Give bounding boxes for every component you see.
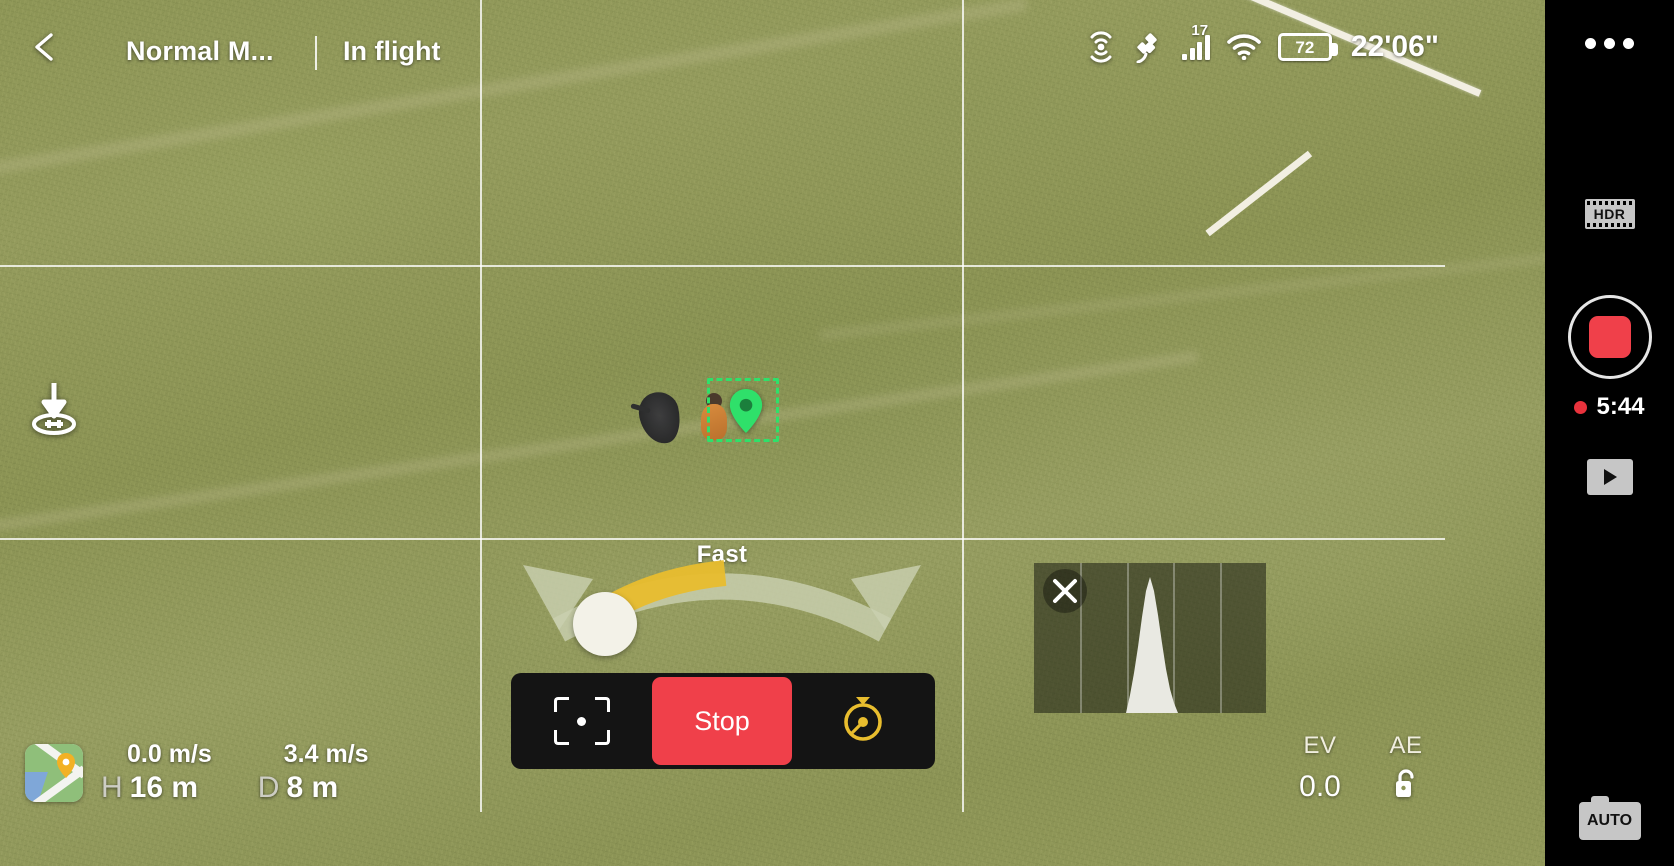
- record-dot-icon: [1574, 400, 1588, 414]
- vertical-telemetry: 0.0 m/s H 16 m: [101, 740, 212, 805]
- histogram-panel[interactable]: [1034, 563, 1266, 713]
- playback-icon: [1603, 469, 1617, 485]
- distance-key: D: [257, 771, 280, 804]
- battery-indicator[interactable]: 72: [1277, 33, 1338, 61]
- ae-control[interactable]: AE: [1378, 732, 1434, 805]
- playback-button[interactable]: [1586, 459, 1633, 495]
- ev-control[interactable]: EV 0.0: [1292, 732, 1348, 804]
- ev-value: 0.0: [1299, 770, 1341, 803]
- horizontal-speed-value: 3.4 m/s: [283, 740, 369, 768]
- close-icon: [1053, 579, 1077, 603]
- battery-percent: 72: [1295, 37, 1315, 57]
- height-value: 16 m: [129, 771, 199, 804]
- map-pin-icon: [57, 752, 75, 778]
- action-bar: Stop: [511, 673, 935, 769]
- top-status-bar: Normal M... In flight 17 72 22'06": [0, 0, 1545, 88]
- satellite-icon[interactable]: [1133, 31, 1165, 63]
- record-time-value: 5:44: [1596, 393, 1645, 420]
- stop-record-icon: [1588, 316, 1631, 358]
- ae-label: AE: [1389, 732, 1423, 759]
- speed-slider[interactable]: Fast: [497, 535, 947, 660]
- gimbal-recenter-icon: [843, 697, 882, 741]
- drone-camera-app: Normal M... In flight 17 72 22'06" Fast …: [0, 0, 1674, 866]
- gimbal-recenter-button[interactable]: [792, 673, 933, 769]
- more-options-icon[interactable]: [1585, 38, 1634, 49]
- flight-mode-label[interactable]: Normal M...: [126, 36, 274, 67]
- back-chevron-icon: [35, 33, 53, 61]
- status-icon-cluster: 17 72 22'06": [1086, 22, 1439, 70]
- satellite-signal-group[interactable]: 17: [1182, 22, 1210, 60]
- auto-mode-badge[interactable]: AUTO: [1578, 796, 1641, 840]
- horizontal-telemetry: 3.4 m/s D8 m: [258, 740, 369, 805]
- ev-label: EV: [1303, 732, 1337, 759]
- grid-line-vertical: [480, 0, 482, 812]
- topbar-divider: [315, 36, 317, 70]
- vertical-speed-value: 0.0 m/s: [127, 740, 212, 768]
- distance-value: 8 m: [286, 771, 339, 804]
- stop-button[interactable]: Stop: [652, 677, 792, 765]
- back-button[interactable]: [30, 32, 60, 62]
- flight-timer: 22'06": [1350, 30, 1439, 63]
- grid-line-horizontal: [0, 265, 1445, 267]
- telemetry-bar: 0.0 m/s H 16 m 3.4 m/s D8 m: [25, 740, 369, 805]
- hdr-badge[interactable]: HDR: [1584, 199, 1635, 229]
- flight-status-label: In flight: [343, 36, 441, 66]
- grid-line-vertical: [962, 0, 964, 812]
- tracking-pin-icon[interactable]: [728, 389, 764, 433]
- satellite-count: 17: [1191, 21, 1209, 39]
- right-sidebar: HDR 5:44 AUTO: [1545, 0, 1674, 866]
- wifi-icon[interactable]: [1227, 34, 1261, 60]
- landing-icon[interactable]: [24, 378, 84, 438]
- map-thumbnail-icon[interactable]: [25, 743, 83, 802]
- rc-signal-icon[interactable]: [1086, 30, 1116, 64]
- unlock-icon: [1396, 769, 1414, 797]
- speed-slider-knob[interactable]: [573, 592, 637, 656]
- histogram-close-button[interactable]: [1037, 563, 1093, 619]
- telemetry-columns: 0.0 m/s H 16 m 3.4 m/s D8 m: [101, 740, 369, 805]
- record-timer: 5:44: [1574, 393, 1645, 421]
- height-readout: H 16 m: [101, 771, 212, 805]
- stop-record-button[interactable]: [1567, 295, 1652, 379]
- focus-bracket-icon: [553, 697, 610, 745]
- speed-arc-track: [523, 560, 921, 642]
- height-key: H: [101, 771, 123, 804]
- distance-readout: D8 m: [258, 771, 369, 805]
- focus-button[interactable]: [511, 673, 652, 769]
